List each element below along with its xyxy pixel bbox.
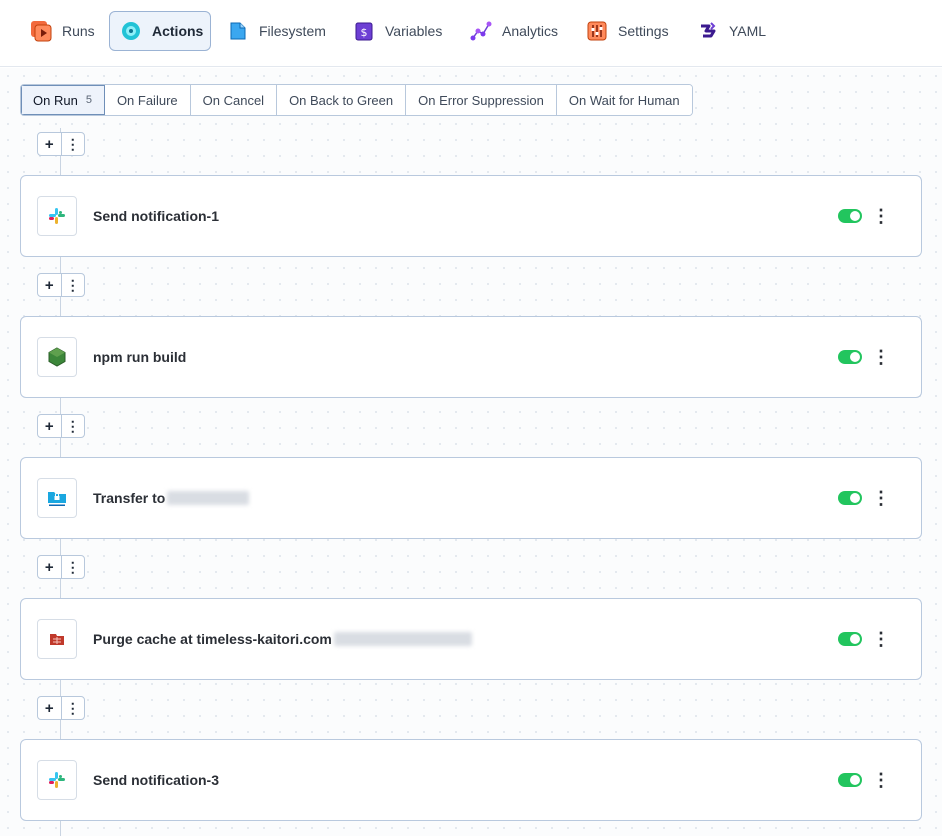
insert-action-controls: + ⋮ bbox=[37, 555, 85, 579]
action-title-text: Send notification-1 bbox=[93, 208, 219, 224]
insert-menu-button[interactable]: ⋮ bbox=[62, 415, 85, 437]
nav-item-label: Actions bbox=[152, 23, 204, 39]
top-navigation: Runs Actions Filesystem $ Variables Anal… bbox=[0, 0, 942, 67]
tab-label: On Run bbox=[33, 92, 78, 108]
tab-label: On Cancel bbox=[202, 92, 265, 108]
action-enabled-toggle[interactable] bbox=[838, 491, 862, 505]
add-action-button[interactable]: + bbox=[38, 415, 62, 437]
add-action-button[interactable]: + bbox=[38, 697, 62, 719]
nav-item-filesystem[interactable]: Filesystem bbox=[216, 11, 337, 51]
action-title: Transfer to bbox=[93, 490, 250, 506]
insert-menu-button[interactable]: ⋮ bbox=[62, 274, 85, 296]
add-action-button[interactable]: + bbox=[38, 556, 62, 578]
insert-action-controls: + ⋮ bbox=[37, 273, 85, 297]
tab-on-error-suppression[interactable]: On Error Suppression bbox=[406, 85, 557, 115]
nav-item-yaml[interactable]: YAML bbox=[686, 11, 777, 51]
nav-item-label: YAML bbox=[729, 23, 767, 39]
action-menu-button[interactable]: ⋮ bbox=[872, 486, 890, 510]
nav-item-label: Settings bbox=[618, 23, 669, 39]
action-card[interactable]: Transfer to ⋮ bbox=[20, 457, 922, 539]
action-enabled-toggle[interactable] bbox=[838, 632, 862, 646]
yaml-icon bbox=[697, 20, 719, 42]
action-card[interactable]: npm run build ⋮ bbox=[20, 316, 922, 398]
analytics-icon bbox=[470, 20, 492, 42]
action-menu-button[interactable]: ⋮ bbox=[872, 345, 890, 369]
tab-label: On Back to Green bbox=[289, 92, 394, 108]
slack-icon bbox=[37, 196, 77, 236]
insert-action-controls: + ⋮ bbox=[37, 132, 85, 156]
action-menu-button[interactable]: ⋮ bbox=[872, 768, 890, 792]
action-enabled-toggle[interactable] bbox=[838, 209, 862, 223]
action-enabled-toggle[interactable] bbox=[838, 350, 862, 364]
variables-icon: $ bbox=[353, 20, 375, 42]
nav-item-analytics[interactable]: Analytics bbox=[459, 11, 569, 51]
action-card[interactable]: Send notification-1 ⋮ bbox=[20, 175, 922, 257]
action-card[interactable]: Purge cache at timeless-kaitori.com ⋮ bbox=[20, 598, 922, 680]
tab-count-badge: 5 bbox=[85, 94, 92, 106]
tab-on-back-to-green[interactable]: On Back to Green bbox=[277, 85, 407, 115]
trigger-tabs: On Run 5 On Failure On Cancel On Back to… bbox=[20, 84, 693, 116]
nav-item-label: Variables bbox=[385, 23, 443, 39]
insert-menu-button[interactable]: ⋮ bbox=[62, 697, 85, 719]
redacted-hostname bbox=[167, 491, 250, 505]
nav-item-label: Analytics bbox=[502, 23, 559, 39]
svg-text:$: $ bbox=[361, 26, 368, 39]
redacted-zone-id bbox=[333, 632, 472, 646]
action-title-text: Transfer to bbox=[93, 490, 166, 506]
tab-label: On Error Suppression bbox=[418, 92, 544, 108]
add-action-button[interactable]: + bbox=[38, 274, 62, 296]
nav-item-label: Runs bbox=[62, 23, 95, 39]
tab-on-failure[interactable]: On Failure bbox=[104, 85, 191, 115]
tab-label: On Wait for Human bbox=[568, 92, 680, 108]
action-enabled-toggle[interactable] bbox=[838, 773, 862, 787]
settings-icon bbox=[586, 20, 608, 42]
sftp-transfer-icon bbox=[37, 478, 77, 518]
filesystem-icon bbox=[227, 20, 249, 42]
nav-item-settings[interactable]: Settings bbox=[575, 11, 680, 51]
runs-icon bbox=[30, 20, 52, 42]
actions-canvas: On Run 5 On Failure On Cancel On Back to… bbox=[0, 68, 942, 836]
tab-label: On Failure bbox=[116, 92, 178, 108]
insert-menu-button[interactable]: ⋮ bbox=[62, 556, 85, 578]
nav-item-runs[interactable]: Runs bbox=[19, 11, 106, 51]
insert-action-controls: + ⋮ bbox=[37, 414, 85, 438]
tab-on-cancel[interactable]: On Cancel bbox=[190, 85, 278, 115]
cloudflare-purge-icon bbox=[37, 619, 77, 659]
action-title-text: npm run build bbox=[93, 349, 187, 365]
nav-item-actions[interactable]: Actions bbox=[109, 11, 211, 51]
nodejs-icon bbox=[37, 337, 77, 377]
tab-on-wait-for-human[interactable]: On Wait for Human bbox=[556, 85, 692, 115]
insert-menu-button[interactable]: ⋮ bbox=[62, 133, 85, 155]
action-menu-button[interactable]: ⋮ bbox=[872, 204, 890, 228]
tab-on-run[interactable]: On Run 5 bbox=[21, 85, 105, 115]
action-title: Send notification-3 bbox=[93, 772, 219, 788]
action-title: npm run build bbox=[93, 349, 186, 365]
nav-item-variables[interactable]: $ Variables bbox=[342, 11, 453, 51]
action-card[interactable]: Send notification-3 ⋮ bbox=[20, 739, 922, 821]
action-title-text: Purge cache at timeless-kaitori.com bbox=[93, 631, 332, 647]
action-title-text: Send notification-3 bbox=[93, 772, 219, 788]
actions-icon bbox=[120, 20, 142, 42]
insert-action-controls: + ⋮ bbox=[37, 696, 85, 720]
action-title: Purge cache at timeless-kaitori.com bbox=[93, 631, 472, 647]
slack-icon bbox=[37, 760, 77, 800]
action-menu-button[interactable]: ⋮ bbox=[872, 627, 890, 651]
nav-item-label: Filesystem bbox=[259, 23, 326, 39]
action-title: Send notification-1 bbox=[93, 208, 219, 224]
add-action-button[interactable]: + bbox=[38, 133, 62, 155]
